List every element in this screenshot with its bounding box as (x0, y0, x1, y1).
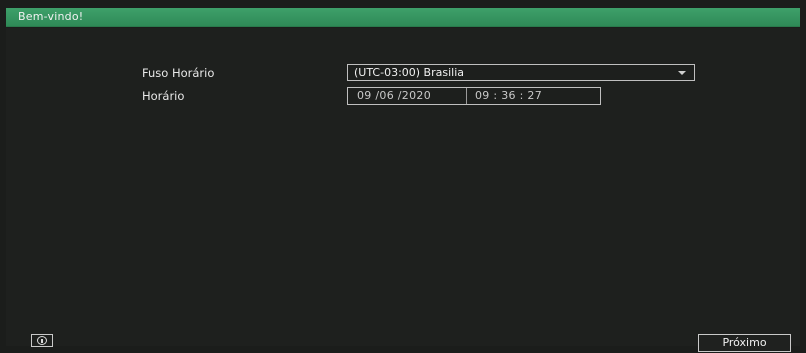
timezone-label: Fuso Horário (142, 66, 215, 80)
time-value: 09 : 36 : 27 (475, 89, 542, 102)
time-input[interactable]: 09 : 36 : 27 (467, 88, 600, 104)
window-title: Bem-vindo! (18, 10, 84, 23)
timezone-select[interactable]: (UTC-03:00) Brasilia (347, 64, 695, 81)
title-bar: Bem-vindo! (6, 8, 800, 27)
date-input[interactable]: 09 /06 /2020 (348, 88, 467, 104)
wizard-window: Bem-vindo! Fuso Horário (UTC-03:00) Bras… (0, 0, 806, 353)
next-button[interactable]: Próximo (698, 334, 791, 352)
timezone-value: (UTC-03:00) Brasilia (354, 66, 465, 79)
date-value: 09 /06 /2020 (357, 89, 431, 102)
time-label: Horário (142, 89, 185, 103)
info-button[interactable] (31, 334, 53, 347)
chevron-down-icon[interactable] (678, 71, 686, 75)
info-icon (37, 336, 47, 345)
datetime-field: 09 /06 /2020 09 : 36 : 27 (347, 87, 601, 105)
